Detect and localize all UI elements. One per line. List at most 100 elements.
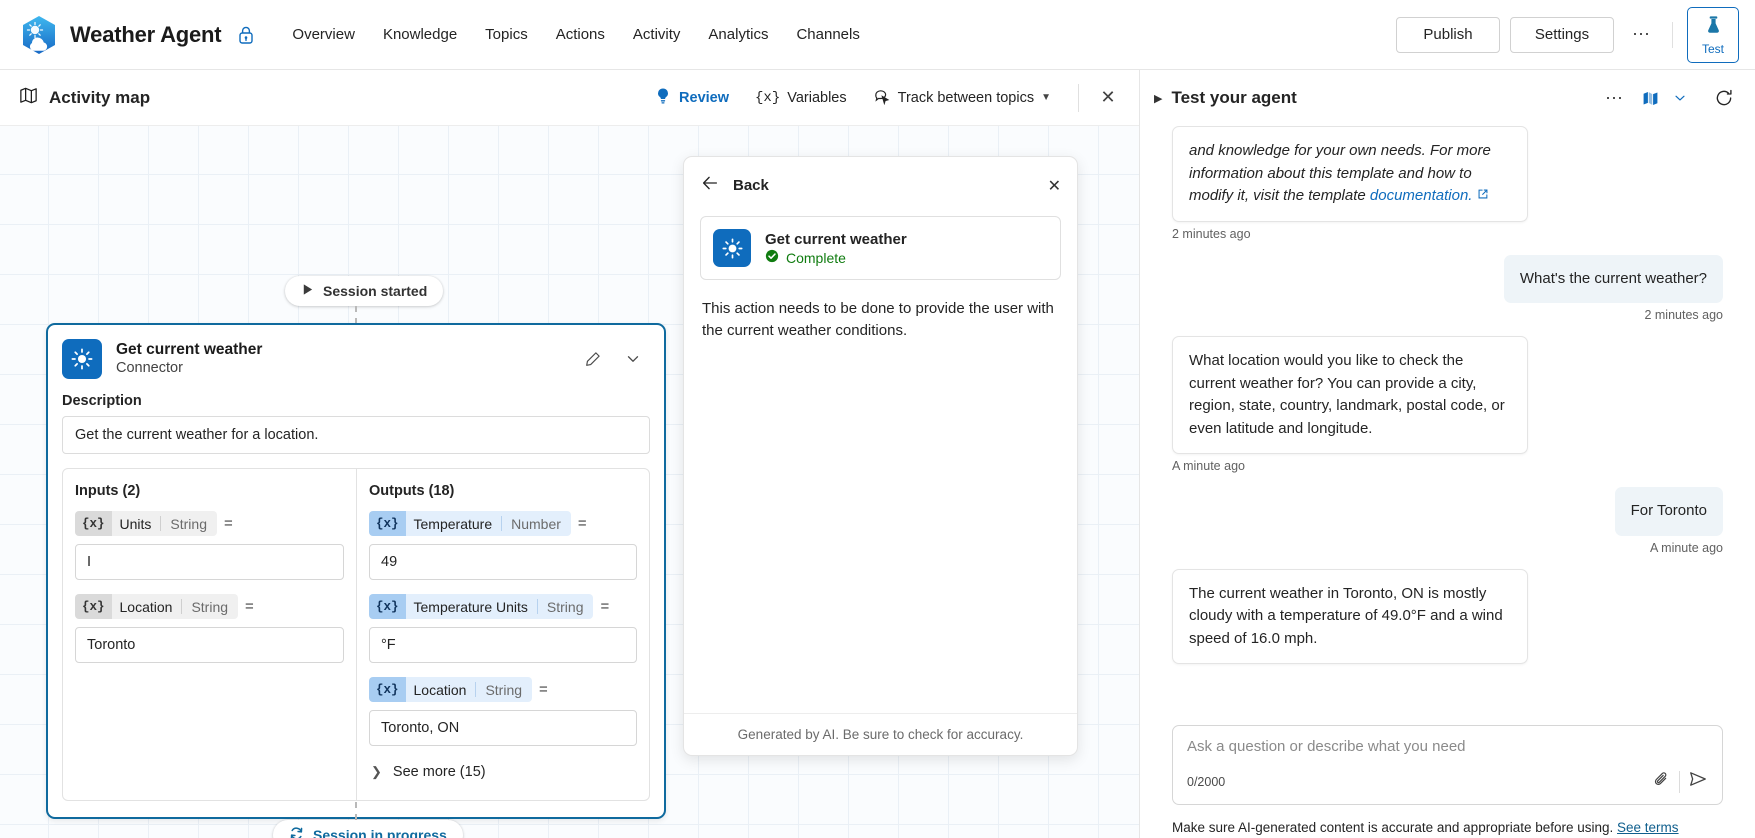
test-panel: ▶ Test your agent ⋯ and knowledge for yo… (1140, 70, 1755, 838)
chevron-down-icon: ▼ (1041, 92, 1051, 103)
variable-token-icon: {x} (75, 594, 112, 619)
output-variable-type: String (536, 594, 594, 619)
top-bar-actions: Publish Settings ⋯ Test (1396, 6, 1739, 63)
disclaimer-text: Make sure AI-generated content is accura… (1172, 820, 1618, 836)
output-value-location[interactable]: Toronto, ON (369, 710, 637, 746)
variable-token-icon: {x} (369, 677, 406, 702)
output-variable-row: {x} Location String = (369, 677, 637, 702)
activity-map-pane: Activity map Review {x} Variables Track … (0, 70, 1140, 838)
input-variable-row: {x} Location String = (75, 594, 344, 619)
input-variable-chip-location[interactable]: {x} Location String (75, 594, 239, 619)
output-variable-name: Location (405, 677, 476, 702)
chat-timestamp: 2 minutes ago (1172, 226, 1251, 241)
nav-item-activity[interactable]: Activity (620, 18, 694, 51)
chat-bubble-user: What's the current weather? (1503, 254, 1723, 303)
output-value-temperature[interactable]: 49 (369, 544, 637, 580)
input-value-location[interactable]: Toronto (75, 627, 344, 663)
test-button-label: Test (1701, 41, 1724, 56)
action-node-header-actions (576, 342, 650, 376)
lightbulb-icon (654, 87, 672, 109)
equals-sign: = (224, 515, 233, 532)
track-between-topics-button[interactable]: Track between topics ▼ (862, 80, 1062, 116)
play-icon (301, 283, 314, 299)
input-variable-chip-units[interactable]: {x} Units String (75, 511, 217, 536)
sun-icon (713, 229, 751, 267)
chat-bubble-bot: and knowledge for your own needs. For mo… (1172, 126, 1528, 222)
track-label: Track between topics (897, 89, 1035, 106)
input-value-units[interactable]: I (75, 544, 344, 580)
close-activity-map-icon[interactable]: ✕ (1091, 81, 1125, 115)
nav-item-analytics[interactable]: Analytics (695, 18, 781, 51)
activity-map-subheader: Activity map Review {x} Variables Track … (0, 70, 1139, 126)
test-panel-actions: ⋯ (1597, 81, 1741, 115)
nav-item-actions[interactable]: Actions (543, 18, 618, 51)
session-in-progress-badge: Session in progress (273, 820, 463, 838)
settings-button[interactable]: Settings (1510, 16, 1614, 53)
paperclip-icon[interactable] (1652, 770, 1671, 794)
publish-button[interactable]: Publish (1396, 16, 1500, 53)
action-node-header: Get current weather Connector (48, 325, 664, 389)
detail-card-footer: Generated by AI. Be sure to check for ac… (684, 713, 1077, 755)
output-variable-type: String (475, 677, 533, 702)
action-node-card[interactable]: Get current weather Connector Descriptio… (46, 323, 666, 819)
edit-pencil-icon[interactable] (576, 342, 610, 376)
see-more-outputs-button[interactable]: ❯ See more (15) (369, 760, 637, 784)
agent-lock-badge-icon[interactable] (235, 24, 257, 46)
chat-timestamp: 2 minutes ago (1644, 308, 1723, 322)
activity-map-title-group: Activity map (18, 85, 150, 111)
detail-action-title: Get current weather (765, 230, 907, 248)
output-variable-row: {x} Temperature Number = (369, 511, 637, 536)
nav-item-knowledge[interactable]: Knowledge (370, 18, 470, 51)
external-link-icon[interactable] (1477, 187, 1489, 204)
cursor-track-icon (873, 87, 891, 109)
output-variable-chip-temperature[interactable]: {x} Temperature Number (369, 511, 571, 536)
review-button[interactable]: Review (643, 80, 740, 116)
chat-row-bot: and knowledge for your own needs. For mo… (1172, 126, 1723, 222)
send-icon[interactable] (1688, 769, 1708, 794)
outputs-column: Outputs (18) {x} Temperature Number = 49… (356, 469, 649, 800)
test-panel-title: Test your agent (1171, 88, 1297, 107)
back-button[interactable]: Back (700, 173, 769, 198)
activity-map-canvas[interactable]: Session started Get current weather Conn… (0, 126, 1139, 838)
variable-token-icon: {x} (369, 594, 406, 619)
equals-sign: = (245, 598, 254, 615)
nav-item-overview[interactable]: Overview (279, 18, 368, 51)
equals-sign: = (600, 598, 610, 615)
app-root: Weather Agent Overview Knowledge Topics … (0, 0, 1755, 838)
action-node-titles: Get current weather Connector (116, 340, 262, 378)
activity-map-toggle-icon[interactable] (1633, 81, 1667, 115)
restart-conversation-icon[interactable] (1707, 81, 1741, 115)
nav-item-topics[interactable]: Topics (472, 18, 541, 51)
chat-transcript[interactable]: and knowledge for your own needs. For mo… (1140, 126, 1755, 719)
output-value-temperature-units[interactable]: °F (369, 627, 637, 663)
map-icon (18, 85, 39, 111)
variables-label: Variables (787, 89, 847, 106)
collapse-chevron-down-icon[interactable] (616, 342, 650, 376)
chat-row-user: What's the current weather? (1172, 254, 1723, 303)
test-panel-more-icon[interactable]: ⋯ (1597, 81, 1631, 115)
variables-button[interactable]: {x} Variables (744, 83, 858, 113)
more-options-icon[interactable]: ⋯ (1624, 18, 1658, 52)
output-variable-chip-temperature-units[interactable]: {x} Temperature Units String (369, 594, 594, 619)
status-badge: Complete (765, 249, 907, 266)
test-panel-chevron-down-icon[interactable] (1669, 81, 1691, 115)
see-terms-link[interactable]: See terms (1617, 820, 1679, 835)
detail-action-summary[interactable]: Get current weather Complete (700, 216, 1061, 280)
documentation-link[interactable]: documentation. (1370, 187, 1473, 204)
input-variable-type: String (181, 594, 239, 619)
chat-input-placeholder[interactable]: Ask a question or describe what you need (1187, 738, 1708, 755)
detail-card-header: Back ✕ (684, 157, 1077, 206)
main-nav: Overview Knowledge Topics Actions Activi… (279, 18, 872, 51)
test-button[interactable]: Test (1687, 6, 1739, 63)
nav-item-channels[interactable]: Channels (783, 18, 872, 51)
activity-map-actions: Review {x} Variables Track between topic… (643, 80, 1125, 116)
chat-row-bot: The current weather in Toronto, ON is mo… (1172, 568, 1723, 664)
variable-token-icon: {x} (75, 511, 112, 536)
output-variable-chip-location[interactable]: {x} Location String (369, 677, 533, 702)
expand-caret-icon[interactable]: ▶ (1154, 92, 1162, 105)
see-more-label: See more (15) (392, 764, 486, 780)
composer-tools (1652, 769, 1708, 794)
session-started-badge: Session started (285, 276, 444, 306)
chat-composer[interactable]: Ask a question or describe what you need… (1172, 725, 1723, 806)
close-detail-card-icon[interactable]: ✕ (1048, 176, 1061, 196)
